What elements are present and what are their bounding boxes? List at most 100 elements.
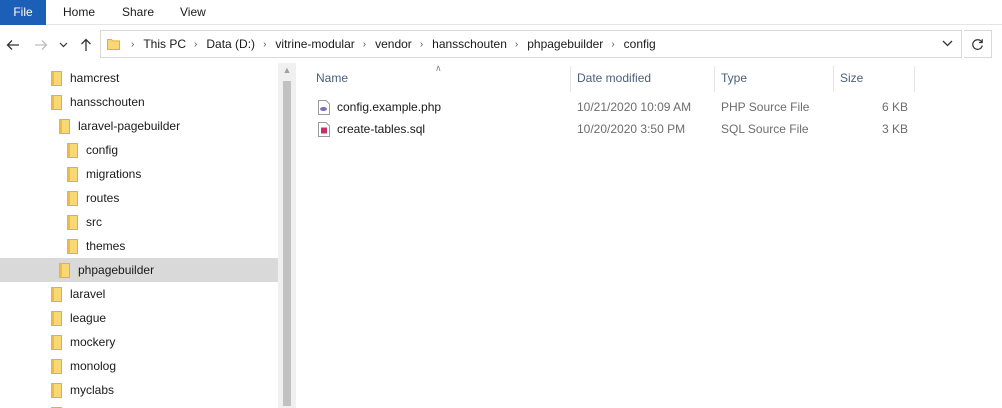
folder-icon — [59, 262, 70, 278]
column-header-type[interactable]: Type — [715, 68, 833, 92]
folder-icon — [51, 286, 62, 302]
folder-icon — [67, 238, 78, 254]
breadcrumb-vitrine-modular[interactable]: vitrine-modular — [275, 37, 354, 51]
tree-item-label: themes — [86, 239, 126, 253]
arrow-left-icon — [6, 40, 19, 50]
folder-icon — [67, 142, 78, 158]
folder-icon — [51, 70, 62, 86]
breadcrumb-config[interactable]: config — [624, 37, 656, 51]
tree-item-label: myclabs — [70, 383, 115, 397]
breadcrumb-phpagebuilder[interactable]: phpagebuilder — [527, 37, 603, 51]
sql-file-icon — [318, 122, 330, 137]
tree-item-config[interactable]: config — [0, 138, 278, 162]
tree-item-label: league — [70, 311, 107, 325]
column-header-size[interactable]: Size — [834, 68, 914, 92]
scroll-up-arrow-icon[interactable]: ▲ — [278, 65, 296, 75]
file-type: SQL Source File — [721, 122, 809, 136]
folder-icon — [67, 214, 78, 230]
tree-item-label: hamcrest — [70, 71, 120, 85]
tree-item-phpagebuilder[interactable]: phpagebuilder — [0, 258, 278, 282]
column-divider[interactable] — [914, 66, 915, 92]
tree-item-label: mockery — [70, 335, 116, 349]
tree-item-label: laravel — [70, 287, 106, 301]
tree-item-league[interactable]: league — [0, 306, 278, 330]
folder-icon — [51, 310, 62, 326]
chevron-right-icon[interactable]: › — [515, 39, 518, 50]
tree-item-monolog[interactable]: monolog — [0, 354, 278, 378]
tab-view[interactable]: View — [180, 0, 206, 25]
tab-share[interactable]: Share — [122, 0, 154, 25]
chevron-right-icon[interactable]: › — [611, 39, 614, 50]
file-row[interactable]: config.example.php 10/21/2020 10:09 AM P… — [310, 96, 950, 118]
folder-icon — [107, 39, 120, 50]
chevron-right-icon[interactable]: › — [420, 39, 423, 50]
chevron-right-icon[interactable]: › — [194, 39, 197, 50]
arrow-up-icon — [81, 38, 91, 51]
address-bar[interactable]: › This PC › Data (D:) › vitrine-modular … — [100, 30, 962, 58]
tree-item-label: laravel-pagebuilder — [78, 119, 181, 133]
chevron-right-icon[interactable]: › — [263, 39, 266, 50]
navigation-pane[interactable]: hamcrest hansschouten laravel-pagebuilde… — [0, 63, 296, 408]
chevron-down-icon — [942, 40, 953, 47]
tree-item-migrations[interactable]: migrations — [0, 162, 278, 186]
php-file-icon — [318, 100, 330, 115]
folder-icon — [67, 166, 78, 182]
folder-icon — [51, 382, 62, 398]
chevron-right-icon[interactable]: › — [363, 39, 366, 50]
tree-item-label: routes — [86, 191, 120, 205]
forward-button[interactable] — [30, 34, 52, 56]
tab-home[interactable]: Home — [63, 0, 95, 25]
file-date-modified: 10/20/2020 3:50 PM — [577, 122, 686, 136]
tree-item-laravel-pagebuilder[interactable]: laravel-pagebuilder — [0, 114, 278, 138]
folder-icon — [67, 190, 78, 206]
tree-item-label: monolog — [70, 359, 117, 373]
ribbon-tab-bar: File Home Share View — [0, 0, 1002, 25]
address-row: › This PC › Data (D:) › vitrine-modular … — [0, 26, 1002, 63]
file-name: create-tables.sql — [337, 122, 426, 136]
file-date-modified: 10/21/2020 10:09 AM — [577, 100, 692, 114]
breadcrumb-this-pc[interactable]: This PC — [143, 37, 186, 51]
file-size: 6 KB — [881, 100, 908, 114]
scrollbar-thumb[interactable] — [283, 81, 291, 406]
up-button[interactable] — [75, 34, 97, 56]
tree-item-hamcrest[interactable]: hamcrest — [0, 66, 278, 90]
recent-locations-button[interactable] — [55, 34, 71, 56]
tree-item-partial[interactable] — [0, 402, 278, 408]
file-name: config.example.php — [337, 100, 442, 114]
tree-item-myclabs[interactable]: myclabs — [0, 378, 278, 402]
tree-item-routes[interactable]: routes — [0, 186, 278, 210]
column-header-date[interactable]: Date modified — [571, 68, 714, 92]
folder-icon — [51, 358, 62, 374]
breadcrumb-hansschouten[interactable]: hansschouten — [432, 37, 507, 51]
tree-item-label: phpagebuilder — [78, 263, 155, 277]
tree-item-label: src — [86, 215, 102, 229]
address-history-button[interactable] — [942, 36, 953, 50]
chevron-down-icon — [59, 42, 67, 48]
folder-icon — [59, 118, 70, 134]
tree-item-themes[interactable]: themes — [0, 234, 278, 258]
tree-item-hansschouten[interactable]: hansschouten — [0, 90, 278, 114]
refresh-icon — [972, 38, 983, 50]
nav-scrollbar[interactable]: ▲ — [278, 63, 296, 408]
file-type: PHP Source File — [721, 100, 810, 114]
tree-item-label: hansschouten — [70, 95, 145, 109]
column-header-name[interactable]: Name — [310, 68, 570, 92]
refresh-button[interactable] — [964, 30, 992, 58]
file-list[interactable]: ∧ Name Date modified Type Size config.ex… — [296, 63, 1002, 408]
tree-item-label: migrations — [86, 167, 142, 181]
breadcrumb-vendor[interactable]: vendor — [375, 37, 412, 51]
tree-item-mockery[interactable]: mockery — [0, 330, 278, 354]
tree-item-src[interactable]: src — [0, 210, 278, 234]
tab-file[interactable]: File — [0, 0, 46, 25]
file-size: 3 KB — [881, 122, 908, 136]
arrow-right-icon — [35, 40, 48, 50]
tree-item-label: config — [86, 143, 119, 157]
chevron-right-icon: › — [131, 38, 135, 50]
folder-icon — [51, 334, 62, 350]
breadcrumb: › This PC › Data (D:) › vitrine-modular … — [123, 31, 656, 57]
folder-icon — [51, 94, 62, 110]
back-button[interactable] — [2, 34, 24, 56]
tree-item-laravel[interactable]: laravel — [0, 282, 278, 306]
breadcrumb-data-drive[interactable]: Data (D:) — [206, 37, 255, 51]
file-row[interactable]: create-tables.sql 10/20/2020 3:50 PM SQL… — [310, 118, 950, 140]
